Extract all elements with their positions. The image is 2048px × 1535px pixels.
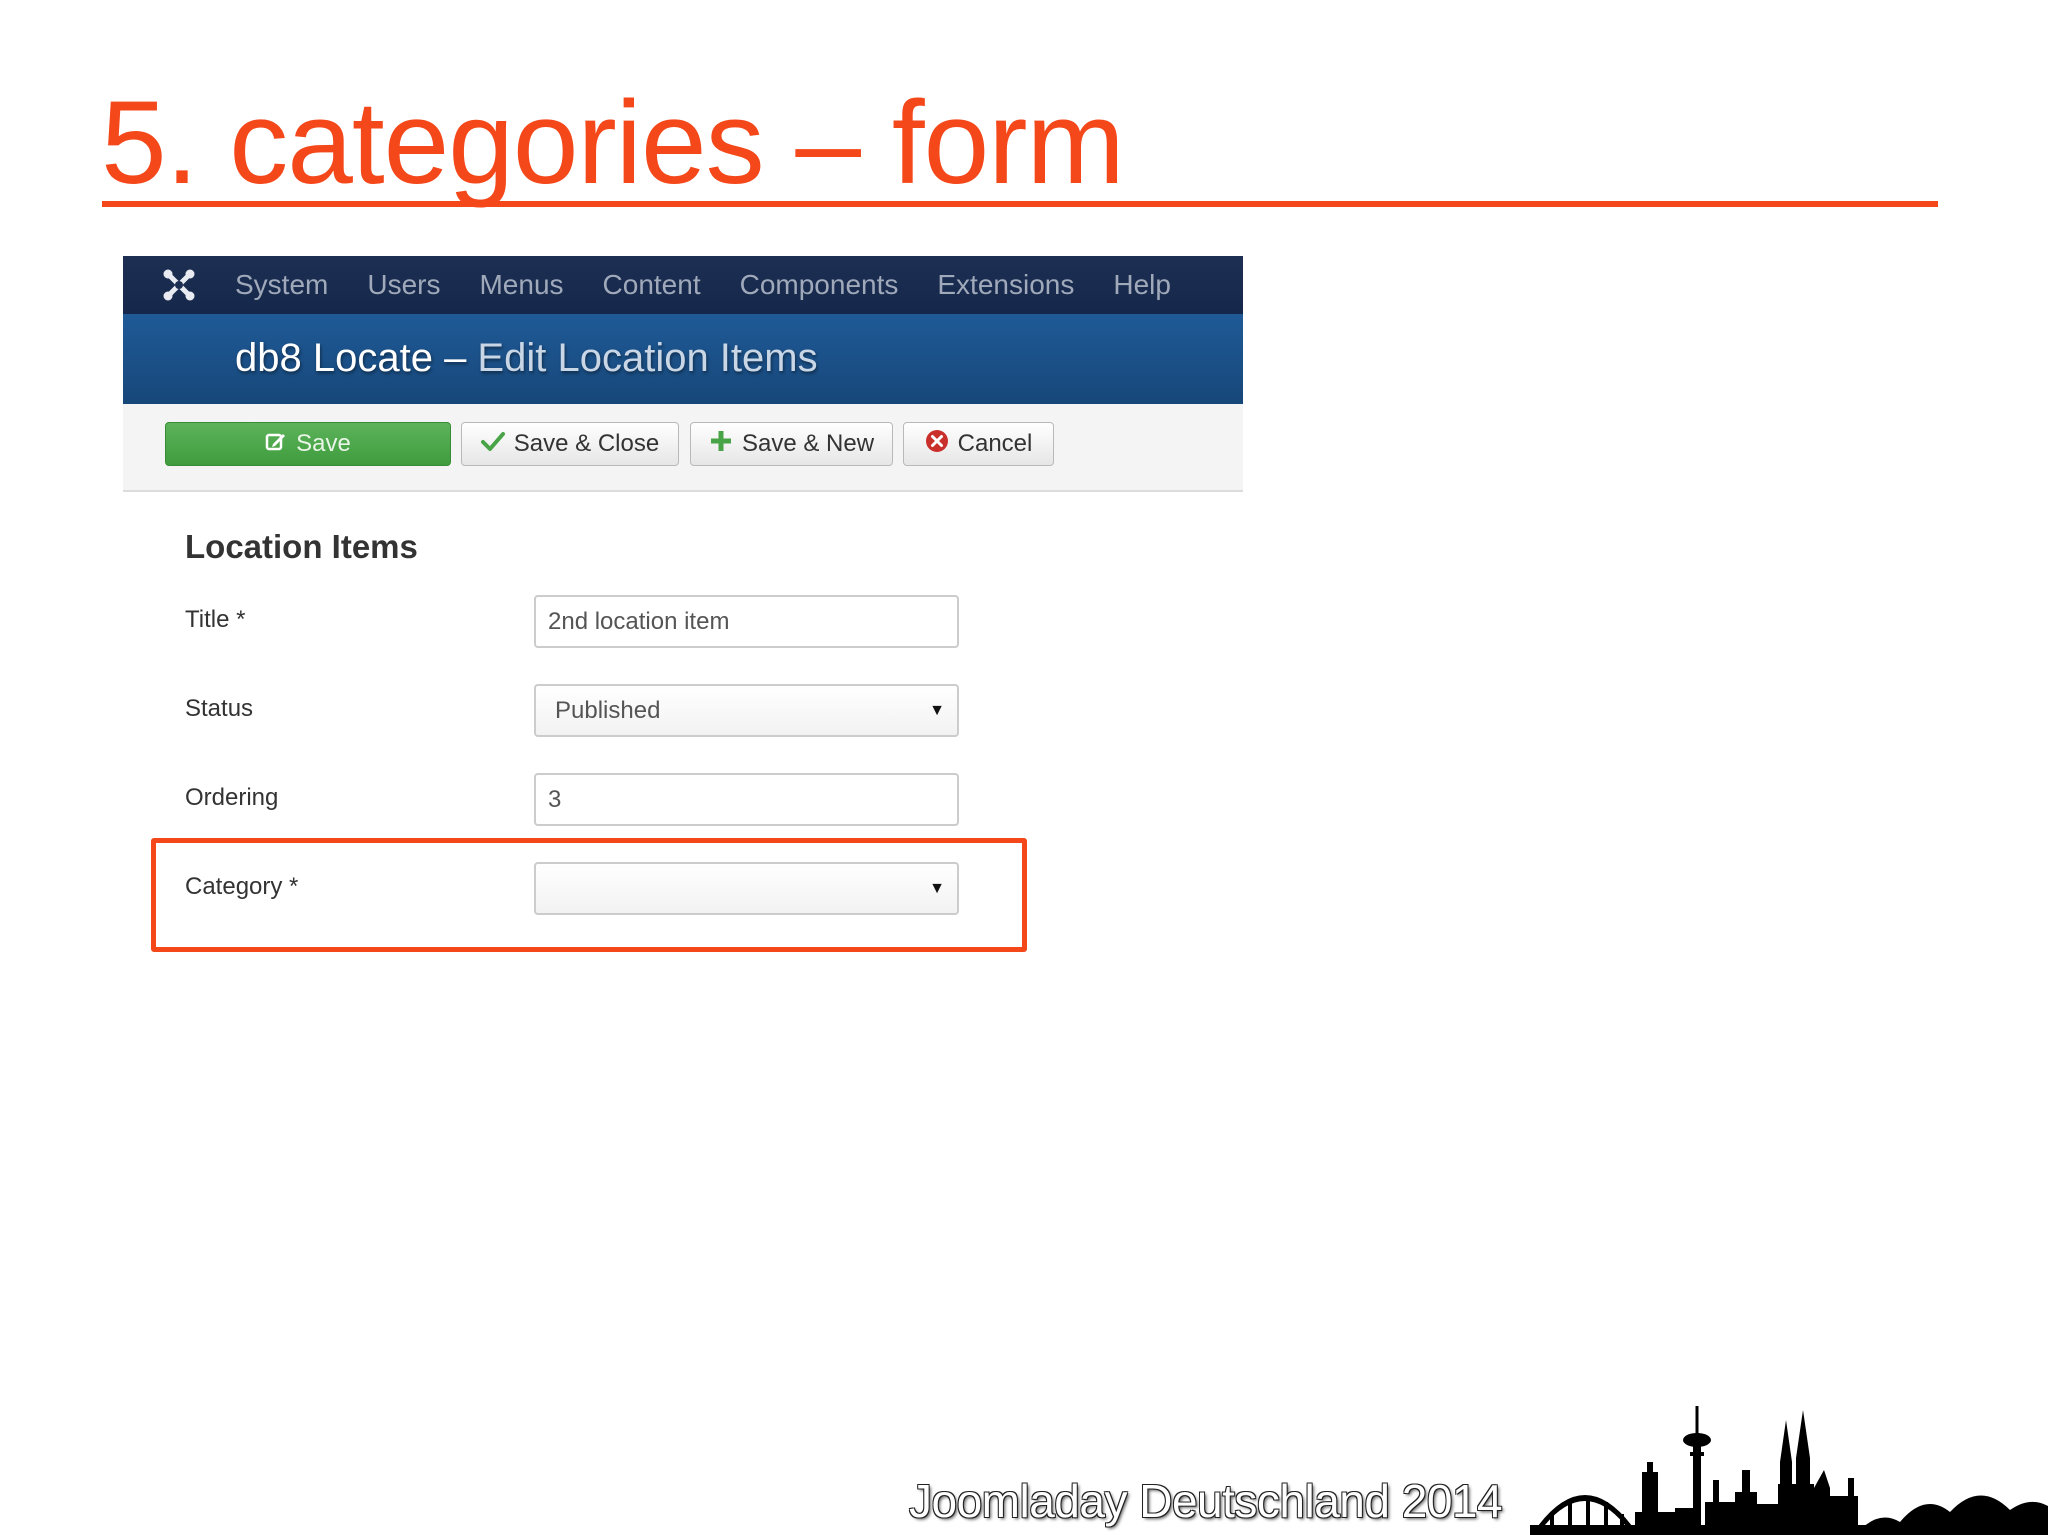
page-title-action: Edit Location Items: [477, 336, 818, 380]
save-new-button-label: Save & New: [741, 430, 875, 457]
save-button[interactable]: Save: [165, 422, 451, 466]
nav-item-system[interactable]: System: [235, 269, 328, 301]
slide-title: 5. categories – form: [101, 77, 1125, 209]
page-header: db8 Locate – Edit Location Items: [123, 314, 1243, 404]
nav-item-menus[interactable]: Menus: [479, 269, 563, 301]
caret-down-icon: ▼: [929, 701, 945, 719]
save-new-button[interactable]: Save & New: [690, 422, 893, 466]
save-close-button[interactable]: Save & Close: [461, 422, 679, 466]
footer-event-name: Joomladay Deutschland 2014: [909, 1475, 1503, 1527]
page-title: db8 Locate – Edit Location Items: [235, 336, 818, 381]
plus-icon: [709, 429, 733, 460]
cancel-button[interactable]: Cancel: [903, 422, 1054, 466]
nav-item-components[interactable]: Components: [740, 269, 899, 301]
ordering-input[interactable]: 3: [534, 773, 959, 826]
nav-menu: System Users Menus Content Components Ex…: [235, 256, 1210, 314]
ordering-input-value: 3: [548, 785, 562, 813]
page-title-component: db8 Locate –: [235, 336, 478, 380]
nav-item-content[interactable]: Content: [603, 269, 701, 301]
save-close-button-label: Save & Close: [513, 430, 660, 457]
status-select-value: Published: [555, 696, 661, 724]
nav-item-help[interactable]: Help: [1113, 269, 1171, 301]
title-label: Title *: [185, 606, 246, 633]
admin-navbar: System Users Menus Content Components Ex…: [123, 256, 1243, 314]
joomla-admin-screenshot: System Users Menus Content Components Ex…: [123, 256, 1243, 915]
save-button-label: Save: [296, 430, 351, 457]
cancel-circle-icon: [925, 429, 949, 460]
edit-icon: [265, 430, 287, 459]
title-input-value: 2nd location item: [548, 607, 730, 635]
cancel-button-label: Cancel: [957, 430, 1033, 457]
status-label: Status: [185, 695, 254, 722]
nav-item-users[interactable]: Users: [367, 269, 440, 301]
ordering-label: Ordering: [185, 784, 279, 811]
category-highlight-box: [151, 838, 1027, 952]
nav-item-extensions[interactable]: Extensions: [937, 269, 1074, 301]
title-underline: [102, 201, 1938, 207]
title-input[interactable]: 2nd location item: [534, 595, 959, 648]
check-icon: [480, 430, 505, 459]
form-heading: Location Items: [185, 528, 418, 565]
joomla-logo-icon[interactable]: [161, 267, 197, 303]
cologne-skyline-icon: [1530, 1406, 2048, 1535]
status-select[interactable]: Published ▼: [534, 684, 959, 737]
toolbar: Save Save & Close Save & New Cancel: [123, 404, 1243, 492]
